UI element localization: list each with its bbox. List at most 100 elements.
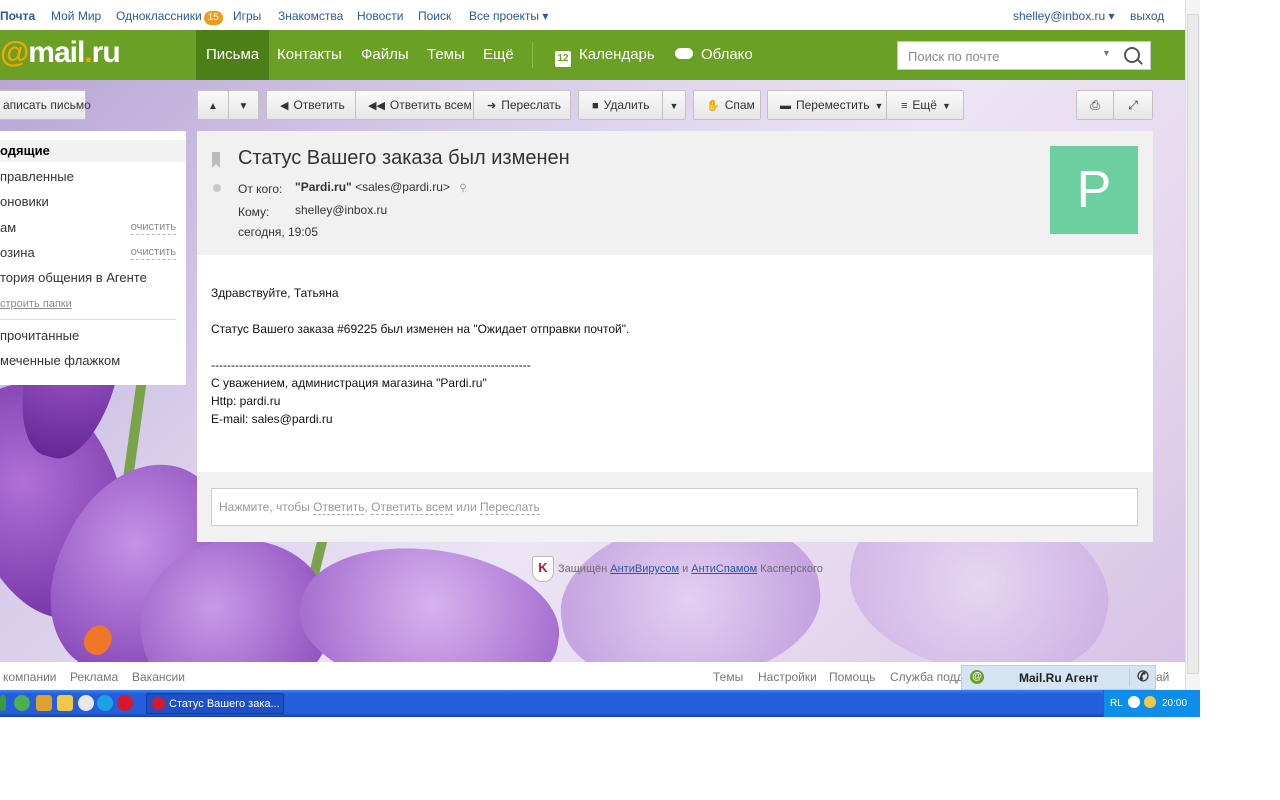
sender[interactable]: "Pardi.ru" <sales@pardi.ru> ⚲ [295, 180, 467, 194]
print-button[interactable]: ⎙ [1076, 90, 1114, 120]
read-status-icon[interactable] [213, 184, 221, 192]
opera-icon[interactable] [117, 695, 133, 711]
forward-button[interactable]: ➜ Переслать [473, 90, 571, 120]
setup-folders-link[interactable]: строить папки [0, 293, 186, 315]
taskbar-window-button[interactable]: Статус Вашего зака... [146, 693, 284, 714]
footer-link-settings[interactable]: Настройки [758, 670, 817, 684]
nav-files[interactable]: Файлы [351, 30, 419, 80]
folder-inbox[interactable]: одящие [0, 140, 186, 162]
clear-trash-link[interactable]: очистить [130, 246, 176, 260]
mailru-agent-bar[interactable]: @ Mail.Ru Агент ✆ [961, 665, 1156, 690]
message-view: Статус Вашего заказа был изменен От кого… [197, 131, 1153, 542]
protection-note: K Защищён АнтиВирусом и АнтиСпамом Каспер… [532, 556, 823, 582]
delete-button[interactable]: ■ Удалить [578, 90, 663, 120]
nav-letters[interactable]: Письма [196, 30, 270, 80]
quick-forward-link[interactable]: Переслать [480, 500, 540, 515]
nav-divider [532, 42, 533, 68]
compose-button[interactable]: аписать письмо [0, 90, 91, 120]
footer-link-company[interactable]: компании [3, 670, 57, 684]
trash-icon: ■ [592, 100, 599, 112]
calendar-icon: 12 [555, 51, 571, 67]
folder-drafts[interactable]: оновики [0, 191, 186, 213]
search-input[interactable] [906, 48, 1090, 65]
quicklaunch-icon[interactable] [14, 695, 30, 711]
filter-flagged[interactable]: меченные флажком [0, 350, 186, 372]
clock: 20:00 [1162, 698, 1188, 709]
spam-button[interactable]: ✋ Спам [693, 90, 761, 120]
search-icon[interactable]: ⚲ [459, 183, 466, 194]
quicklaunch-icon[interactable] [36, 695, 52, 711]
filter-unread[interactable]: прочитанные [0, 325, 186, 347]
footer-link-help[interactable]: Помощь [829, 670, 875, 684]
reply-all-button[interactable]: ◀◀ Ответить всем [355, 90, 474, 120]
reply-button[interactable]: ◀ Ответить [266, 90, 356, 120]
portal-link-news[interactable]: Новости [357, 9, 403, 23]
phone-icon[interactable]: ✆ [1129, 668, 1156, 687]
portal-link-odnoklassniki[interactable]: Одноклассники 15 [116, 9, 223, 25]
quick-reply-link[interactable]: Ответить [313, 500, 365, 515]
quick-reply-box[interactable]: Нажмите, чтобы Ответить, Ответить всем и… [211, 488, 1138, 526]
skype-icon[interactable] [97, 695, 113, 711]
protection-prefix: Защищён [558, 562, 611, 575]
footer-link-support[interactable]: Служба подд [890, 670, 963, 684]
recipient[interactable]: shelley@inbox.ru [295, 203, 387, 217]
folder-sent[interactable]: правленные [0, 166, 186, 188]
clear-spam-link[interactable]: очистить [130, 221, 176, 235]
portal-link-dating[interactable]: Знакомства [278, 9, 343, 23]
sender-email: <sales@pardi.ru> [355, 180, 450, 194]
flag-icon[interactable] [212, 152, 220, 168]
delete-options-button[interactable]: ▼ [662, 90, 686, 120]
folder-trash[interactable]: озина очистить [0, 242, 186, 264]
kaspersky-shield-icon: K [532, 556, 554, 582]
arrow-down-icon: ▼ [238, 101, 249, 112]
footer-link-ads[interactable]: Реклама [70, 670, 118, 684]
expand-view-button[interactable]: ⤢ [1113, 90, 1153, 120]
printer-icon: ⎙ [1090, 98, 1100, 112]
quick-reply-prompt: Нажмите, чтобы [219, 500, 314, 514]
portal-link-all-projects[interactable]: Все проекты ▾ [469, 9, 548, 23]
forward-icon: ➜ [487, 100, 497, 112]
folder-trash-label: озина [0, 245, 35, 260]
nav-themes[interactable]: Темы [417, 30, 475, 80]
nav-contacts[interactable]: Контакты [267, 30, 352, 80]
search-options-chevron-icon[interactable]: ▼ [1102, 48, 1111, 58]
delete-label: Удалить [603, 98, 650, 112]
portal-link-search[interactable]: Поиск [418, 9, 451, 23]
prev-message-button[interactable]: ▲ [197, 90, 229, 120]
next-message-button[interactable]: ▼ [228, 90, 259, 120]
logout-link[interactable]: выход [1130, 9, 1164, 23]
folder-agent-history[interactable]: тория общения в Агенте [0, 267, 186, 289]
folder-divider [0, 319, 176, 320]
tray-icon[interactable] [1144, 696, 1156, 708]
nav-more[interactable]: Ещё [473, 30, 524, 80]
antispam-link[interactable]: АнтиСпамом [691, 563, 757, 575]
folder-list: одящие правленные оновики ам очистить ози… [0, 131, 186, 385]
footer-link-themes[interactable]: Темы [713, 670, 743, 684]
quick-reply-all-link[interactable]: Ответить всем [371, 500, 453, 515]
start-button[interactable] [0, 695, 6, 711]
portal-link-my-world[interactable]: Мой Мир [51, 9, 101, 23]
search-icon[interactable] [1124, 47, 1140, 63]
portal-link-games[interactable]: Игры [233, 9, 261, 23]
folder-spam[interactable]: ам очистить [0, 217, 186, 239]
nav-cloud[interactable]: Облако [665, 30, 763, 80]
scrollbar-thumb[interactable] [1187, 14, 1199, 674]
language-indicator[interactable]: RL [1110, 698, 1123, 709]
body-line: С уважением, администрация магазина "Par… [211, 376, 487, 390]
message-date: сегодня, 19:05 [238, 225, 319, 239]
nav-calendar-label: Календарь [579, 46, 655, 63]
portal-link-mail[interactable]: Почта [0, 9, 35, 23]
footer-link-jobs[interactable]: Вакансии [132, 670, 185, 684]
user-menu[interactable]: shelley@inbox.ru ▾ [1013, 9, 1115, 23]
page-scrollbar[interactable] [1185, 0, 1200, 690]
portal-bar: Почта Мой Мир Одноклассники 15 Игры Знако… [0, 0, 1185, 31]
nav-calendar[interactable]: 12 Календарь [545, 30, 665, 80]
more-actions-button[interactable]: ≡ Ещё ▼ [886, 90, 964, 120]
tray-icon[interactable] [1128, 696, 1140, 708]
chevron-down-icon: ▼ [874, 101, 884, 111]
move-button[interactable]: ▬ Переместить ▼ [767, 90, 887, 120]
mailru-logo[interactable]: @mail.ru [0, 36, 121, 70]
quicklaunch-icon[interactable] [78, 695, 94, 711]
quicklaunch-icon[interactable] [57, 695, 73, 711]
antivirus-link[interactable]: АнтиВирусом [610, 563, 679, 575]
